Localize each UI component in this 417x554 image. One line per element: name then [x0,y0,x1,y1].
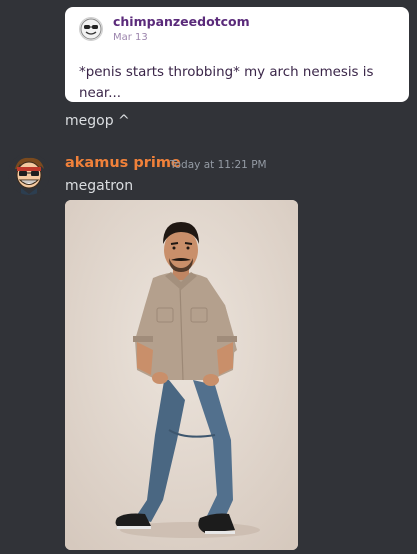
image-attachment[interactable] [65,200,298,550]
message-text: megop ^ [65,113,130,129]
message-timestamp: Today at 11:21 PM [170,159,267,171]
embed-author-name[interactable]: chimpanzeedotcom [113,14,250,29]
embed-post-text: *penis starts throbbing* my arch nemesis… [79,65,374,101]
link-embed-card[interactable]: chimpanzeedotcom Mar 13 *penis starts th… [65,7,409,102]
sunglasses-smiley-icon[interactable] [79,17,103,41]
cartoon-face-avatar[interactable] [8,153,50,195]
message-text: megatron [65,178,134,194]
message-author-name[interactable]: akamus prime [65,155,181,171]
embed-date: Mar 13 [113,32,148,43]
chat-area: chimpanzeedotcom Mar 13 *penis starts th… [0,0,417,554]
